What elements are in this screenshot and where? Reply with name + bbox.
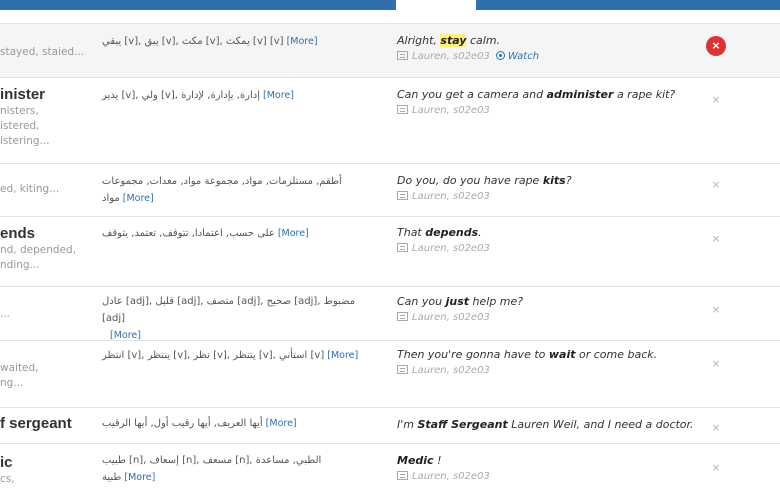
example-source: Lauren, s02e03: [397, 103, 697, 118]
example: Medic ! Lauren, s02e03: [397, 453, 697, 484]
remove-button[interactable]: ×: [706, 175, 726, 195]
remove-button[interactable]: ×: [706, 354, 726, 374]
film-icon: [397, 243, 408, 252]
highlighted-word: Staff Sergeant: [417, 418, 508, 431]
word-forms: nd, depended, nding...: [0, 244, 77, 271]
translation-text: انتظر [v], ينتظر [v], نظر [v], يتنظر [v]…: [102, 350, 325, 361]
film-icon: [397, 471, 408, 480]
top-navigation-bar: [0, 0, 780, 10]
active-tab[interactable]: [396, 0, 476, 10]
example-sentence: I'm Staff Sergeant Lauren Weil, and I ne…: [397, 418, 694, 431]
remove-button[interactable]: ×: [706, 458, 726, 478]
word-list: stayed, staied... يبقي [v], يبق [v], مكث…: [0, 23, 780, 486]
word-cell: waited, ng...: [0, 361, 95, 391]
word-cell: inister nisters, istered, istering...: [0, 86, 95, 149]
example-source: Lauren, s02e03: [397, 310, 697, 325]
watch-link[interactable]: Watch: [495, 51, 539, 62]
translation: أيها العريف, أيها رقيب أول, أيها الرقيب[…: [102, 415, 367, 432]
remove-button[interactable]: ×: [706, 90, 726, 110]
remove-button[interactable]: ×: [706, 418, 726, 438]
example: That depends. Lauren, s02e03: [397, 225, 697, 256]
translation-text: يبقي [v], يبق [v], مكث [v], يمكث [v] [v]: [102, 36, 284, 47]
word-row[interactable]: waited, ng... انتظر [v], ينتظر [v], نظر […: [0, 340, 780, 407]
translation: أطقم, مستلزمات, مواد, مجموعة مواد, معدات…: [102, 173, 367, 207]
highlighted-word: just: [445, 295, 470, 308]
translation-text: عادل [adj], قليل [adj], متصف [adj], صحيح…: [102, 296, 356, 324]
film-icon: [397, 51, 408, 60]
translation-text: أيها العريف, أيها رقيب أول, أيها الرقيب: [102, 418, 263, 429]
word-forms: ...: [0, 308, 11, 320]
remove-button[interactable]: ×: [706, 229, 726, 249]
word-forms: cs,: [0, 473, 15, 485]
translation: عادل [adj], قليل [adj], متصف [adj], صحيح…: [102, 293, 367, 344]
example: I'm Staff Sergeant Lauren Weil, and I ne…: [397, 417, 697, 432]
headword: ic: [0, 454, 13, 471]
highlighted-word: stay: [440, 34, 467, 47]
example: Alright, stay calm. Lauren, s02e03 Watch: [397, 33, 697, 64]
example: Can you just help me? Lauren, s02e03: [397, 294, 697, 325]
word-cell: stayed, staied...: [0, 35, 95, 60]
film-icon: [397, 191, 408, 200]
example-sentence: Can you get a camera and administer a ra…: [397, 88, 676, 101]
highlighted-word: Medic: [397, 454, 434, 467]
highlighted-word: depends: [425, 226, 479, 239]
example-source: Lauren, s02e03: [397, 241, 697, 256]
more-link[interactable]: [More]: [287, 36, 318, 47]
more-link[interactable]: [More]: [327, 350, 358, 361]
example-sentence: Can you just help me?: [397, 295, 524, 308]
film-icon: [397, 105, 408, 114]
more-link[interactable]: [More]: [124, 472, 155, 483]
word-forms: ed, kiting...: [0, 183, 60, 195]
highlighted-word: administer: [546, 88, 614, 101]
translation: يبقي [v], يبق [v], مكث [v], يمكث [v] [v]…: [102, 33, 367, 50]
highlighted-word: wait: [548, 348, 576, 361]
headword: f sergeant: [0, 415, 72, 432]
translation-text: يدير [v], ولي [v], إدارة, يإدارة, لإدارة: [102, 90, 261, 101]
word-cell: f sergeant: [0, 415, 95, 433]
word-row[interactable]: ends nd, depended, nding... على حسب, اعتم…: [0, 216, 780, 286]
example: Do you, do you have rape kits? Lauren, s…: [397, 173, 697, 204]
word-cell: ...: [0, 307, 95, 322]
remove-button[interactable]: ×: [706, 300, 726, 320]
headword: ends: [0, 225, 36, 242]
example-sentence: Alright, stay calm.: [397, 34, 501, 47]
word-forms: stayed, staied...: [0, 46, 85, 58]
translation: على حسب, اعتمادا, تتوقف, تعتمد, يتوقف [Mo…: [102, 225, 367, 242]
example-sentence: Medic !: [397, 454, 442, 467]
example-source: Lauren, s02e03 Watch: [397, 49, 697, 64]
example-sentence: Then you're gonna have to wait or come b…: [397, 348, 658, 361]
example: Then you're gonna have to wait or come b…: [397, 347, 697, 378]
word-cell: ic cs,: [0, 454, 95, 487]
word-row[interactable]: stayed, staied... يبقي [v], يبق [v], مكث…: [0, 23, 780, 77]
play-circle-icon: [495, 51, 505, 60]
example: Can you get a camera and administer a ra…: [397, 87, 697, 118]
more-link[interactable]: [More]: [278, 228, 309, 239]
word-row[interactable]: ed, kiting... أطقم, مستلزمات, مواد, مجمو…: [0, 163, 780, 216]
word-row[interactable]: inister nisters, istered, istering... يدير…: [0, 77, 780, 163]
highlighted-word: kits: [542, 174, 566, 187]
example-sentence: That depends.: [397, 226, 482, 239]
translation: طبيب [n], إسعاف [n], مسعف [n], الطبي, مس…: [102, 452, 367, 486]
example-source: Lauren, s02e03: [397, 469, 697, 484]
more-link[interactable]: [More]: [123, 193, 154, 204]
translation: يدير [v], ولي [v], إدارة, يإدارة, لإدارة…: [102, 87, 367, 104]
word-forms: nisters, istered, istering...: [0, 105, 50, 147]
more-link[interactable]: [More]: [263, 90, 294, 101]
translation: انتظر [v], ينتظر [v], نظر [v], يتنظر [v]…: [102, 347, 367, 364]
remove-button[interactable]: ×: [706, 36, 726, 56]
translation-text: على حسب, اعتمادا, تتوقف, تعتمد, يتوقف: [102, 228, 275, 239]
film-icon: [397, 365, 408, 374]
example-source: Lauren, s02e03: [397, 363, 697, 378]
word-cell: ends nd, depended, nding...: [0, 225, 95, 273]
example-source: Lauren, s02e03: [397, 189, 697, 204]
word-row[interactable]: ... عادل [adj], قليل [adj], متصف [adj], …: [0, 286, 780, 341]
word-row[interactable]: f sergeant أيها العريف, أيها رقيب أول, أ…: [0, 407, 780, 443]
example-sentence: Do you, do you have rape kits?: [397, 174, 572, 187]
word-row[interactable]: ic cs, طبيب [n], إسعاف [n], مسعف [n], ال…: [0, 443, 780, 486]
more-link[interactable]: [More]: [266, 418, 297, 429]
headword: inister: [0, 86, 46, 103]
word-forms: waited, ng...: [0, 362, 39, 389]
film-icon: [397, 312, 408, 321]
word-cell: ed, kiting...: [0, 182, 95, 197]
